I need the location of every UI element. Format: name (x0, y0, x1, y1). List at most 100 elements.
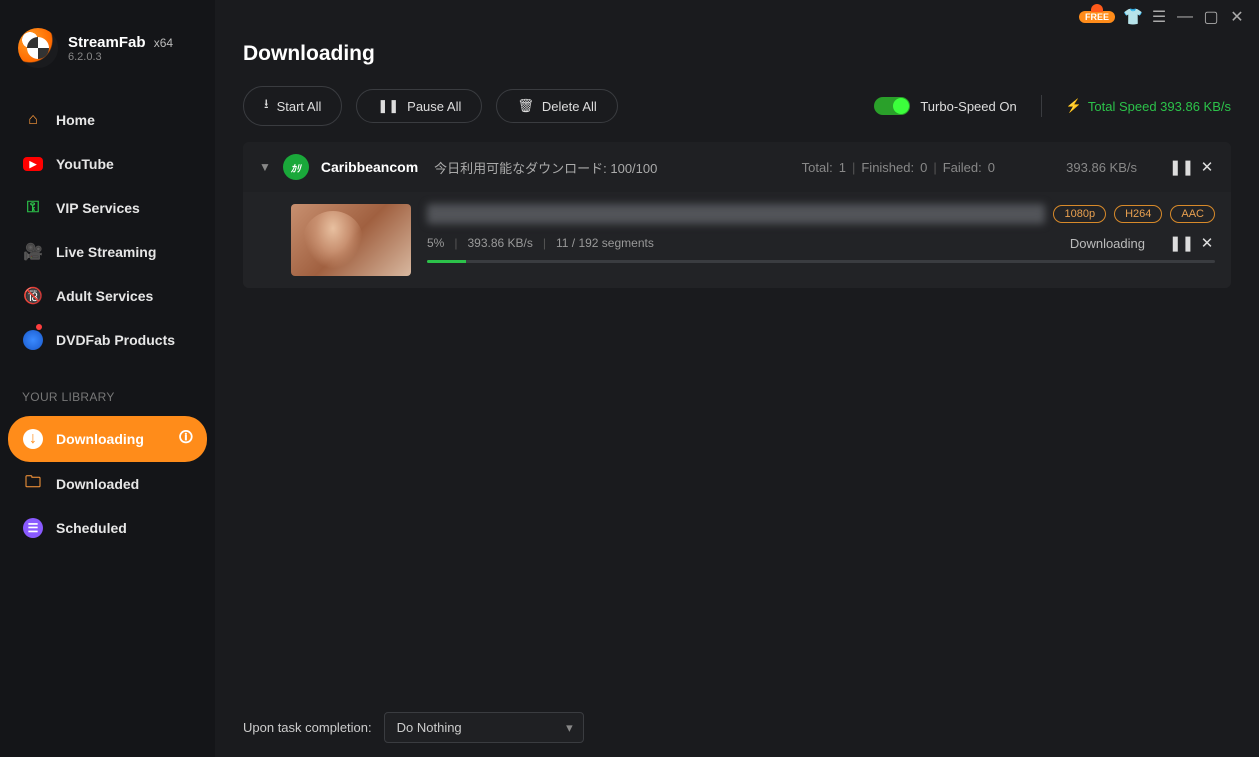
completion-label: Upon task completion: (243, 720, 372, 735)
nav-scheduled[interactable]: ☰ Scheduled (8, 506, 207, 550)
divider (1041, 95, 1042, 117)
toolbar: ⭳ Start All ❚❚ Pause All 🗑 Delete All Tu… (215, 86, 1259, 142)
page-title: Downloading (243, 42, 1231, 66)
vcodec-tag: H264 (1114, 205, 1162, 223)
maximize-icon[interactable]: ▢ (1203, 9, 1219, 25)
button-label: Pause All (407, 99, 461, 114)
button-label: Start All (277, 99, 322, 114)
toggle-switch-icon (874, 97, 910, 115)
group-stats: Total: 1 | Finished: 0 | Failed: 0 (802, 160, 995, 175)
library-section-label: YOUR LIBRARY (0, 368, 215, 410)
sidebar: StreamFab x64 6.2.0.3 ⌂ Home ▶ YouTube ⚿… (0, 0, 215, 757)
nav-label: Live Streaming (56, 244, 156, 260)
turbo-speed-toggle[interactable]: Turbo-Speed On (874, 97, 1016, 115)
chevron-down-icon: ▼ (259, 160, 271, 174)
nav-live[interactable]: 🎥 Live Streaming (8, 230, 207, 274)
app-logo-icon (18, 28, 58, 68)
item-pause-button[interactable]: ❚❚ (1169, 234, 1185, 252)
item-cancel-button[interactable]: ✕ (1199, 234, 1215, 252)
total-speed: ⚡ Total Speed 393.86 KB/s (1066, 98, 1231, 114)
page-header: Downloading (215, 28, 1259, 86)
menu-icon[interactable]: ☰ (1151, 9, 1167, 25)
footer: Upon task completion: Do Nothing (215, 698, 1259, 757)
pause-icon: ❚❚ (377, 98, 399, 114)
adult-icon: 🔞 (22, 285, 44, 307)
nav-label: Home (56, 112, 95, 128)
nav-home[interactable]: ⌂ Home (8, 98, 207, 142)
download-start-icon: ⭳ (264, 95, 269, 117)
acodec-tag: AAC (1170, 205, 1215, 223)
nav-dvdfab[interactable]: DVDFab Products (8, 318, 207, 362)
app-name: StreamFab x64 (68, 34, 173, 51)
youtube-icon: ▶ (22, 153, 44, 175)
progress-bar (427, 260, 1215, 263)
bolt-icon: ⚡ (1066, 98, 1082, 114)
info-icon: 🛈 (179, 427, 193, 451)
nav-label: DVDFab Products (56, 332, 175, 348)
total-value: 1 (839, 160, 846, 175)
nav-youtube[interactable]: ▶ YouTube (8, 142, 207, 186)
nav-library: ↓ Downloading 🛈 🗀 Downloaded ☰ Scheduled (0, 410, 215, 556)
main: FREE 👕 ☰ — ▢ ✕ Downloading ⭳ Start All ❚… (215, 0, 1259, 757)
nav-label: Downloading (56, 431, 144, 447)
nav-label: VIP Services (56, 200, 140, 216)
failed-label: Failed: (943, 160, 982, 175)
item-speed: 393.86 KB/s (467, 236, 532, 250)
button-label: Delete All (542, 99, 597, 114)
group-controls: ❚❚ ✕ (1169, 158, 1215, 176)
item-controls: ❚❚ ✕ (1169, 234, 1215, 252)
total-label: Total: (802, 160, 833, 175)
nav-main: ⌂ Home ▶ YouTube ⚿ VIP Services 🎥 Live S… (0, 92, 215, 368)
item-segments: 11 / 192 segments (556, 236, 654, 250)
start-all-button[interactable]: ⭳ Start All (243, 86, 342, 126)
minimize-icon[interactable]: — (1177, 9, 1193, 25)
nav-downloaded[interactable]: 🗀 Downloaded (8, 462, 207, 506)
resolution-tag: 1080p (1053, 205, 1106, 223)
group-pause-button[interactable]: ❚❚ (1169, 158, 1185, 176)
notify-dot-icon (36, 324, 42, 330)
key-icon: ⚿ (22, 197, 44, 219)
schedule-icon: ☰ (22, 517, 44, 539)
trash-icon: 🗑 (517, 98, 534, 114)
item-title-blurred (427, 204, 1045, 224)
nav-vip[interactable]: ⚿ VIP Services (8, 186, 207, 230)
nav-label: Adult Services (56, 288, 153, 304)
nav-adult[interactable]: 🔞 Adult Services (8, 274, 207, 318)
finished-value: 0 (920, 160, 927, 175)
failed-value: 0 (988, 160, 995, 175)
group-speed: 393.86 KB/s (1037, 160, 1137, 175)
home-icon: ⌂ (22, 109, 44, 131)
completion-select[interactable]: Do Nothing (384, 712, 584, 743)
download-item: 1080p H264 AAC 5% | 393.86 KB/s | 11 / 1… (243, 192, 1231, 288)
download-icon: ↓ (22, 428, 44, 450)
nav-label: Downloaded (56, 476, 139, 492)
service-name: Caribbeancom (321, 159, 418, 175)
nav-label: YouTube (56, 156, 114, 172)
app-version: 6.2.0.3 (68, 51, 173, 63)
shirt-icon[interactable]: 👕 (1125, 9, 1141, 25)
item-body: 1080p H264 AAC 5% | 393.86 KB/s | 11 / 1… (427, 204, 1215, 276)
service-subtitle: 今日利用可能なダウンロード: 100/100 (434, 158, 657, 177)
titlebar: FREE 👕 ☰ — ▢ ✕ (215, 0, 1259, 28)
pause-all-button[interactable]: ❚❚ Pause All (356, 89, 482, 123)
camera-icon: 🎥 (22, 241, 44, 263)
item-meta: 5% | 393.86 KB/s | 11 / 192 segments Dow… (427, 234, 1215, 252)
item-percent: 5% (427, 236, 444, 250)
free-badge[interactable]: FREE (1079, 11, 1115, 23)
close-icon[interactable]: ✕ (1229, 9, 1245, 25)
folder-icon: 🗀 (22, 473, 44, 495)
nav-downloading[interactable]: ↓ Downloading 🛈 (8, 416, 207, 462)
app-arch: x64 (154, 36, 173, 50)
item-top: 1080p H264 AAC (427, 204, 1215, 224)
group-cancel-button[interactable]: ✕ (1199, 158, 1215, 176)
progress-fill (427, 260, 466, 263)
total-speed-value: Total Speed 393.86 KB/s (1088, 99, 1231, 114)
delete-all-button[interactable]: 🗑 Delete All (496, 89, 617, 123)
finished-label: Finished: (861, 160, 914, 175)
download-group: ▼ ｶﾘ Caribbeancom 今日利用可能なダウンロード: 100/100… (243, 142, 1231, 288)
logo-text: StreamFab x64 6.2.0.3 (68, 34, 173, 63)
group-header[interactable]: ▼ ｶﾘ Caribbeancom 今日利用可能なダウンロード: 100/100… (243, 142, 1231, 192)
turbo-label: Turbo-Speed On (920, 99, 1016, 114)
app-name-text: StreamFab (68, 34, 146, 51)
item-status: Downloading (1070, 236, 1145, 251)
